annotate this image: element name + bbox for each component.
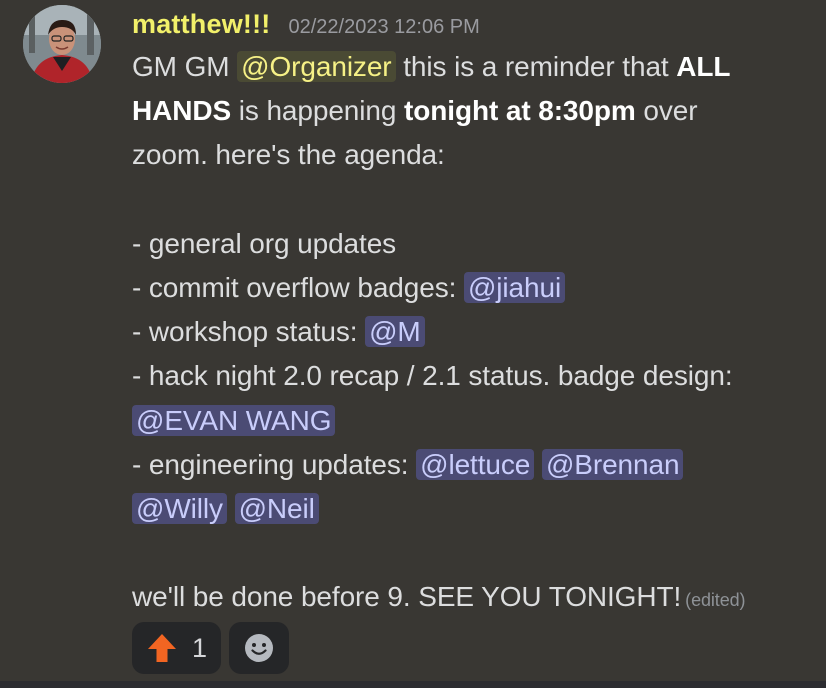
bold-text: HANDS — [132, 95, 232, 127]
message-content: GM GM @Organizer this is a reminder that… — [132, 45, 812, 619]
agenda-item: - workshop status: @M — [132, 310, 812, 354]
edited-label: (edited) — [685, 590, 746, 611]
message-text: - engineering updates: — [132, 448, 417, 480]
message-header: matthew!!! 02/22/2023 12:06 PM — [132, 9, 480, 43]
message-line: @Willy @Neil — [132, 487, 812, 531]
agenda-item: - engineering updates: @lettuce @Brennan — [132, 443, 812, 487]
mention-brennan[interactable]: @Brennan — [541, 448, 684, 480]
message-text: this is a reminder that — [395, 51, 677, 82]
bold-text: tonight at 8:30pm — [404, 95, 636, 127]
message-line: we'll be done before 9. SEE YOU TONIGHT!… — [132, 575, 812, 619]
message-text: over — [635, 95, 698, 127]
message-text: is happening — [231, 95, 405, 127]
message-text: we'll be done before 9. SEE YOU TONIGHT! — [132, 581, 682, 613]
chat-message: matthew!!! 02/22/2023 12:06 PM GM GM @Or… — [0, 0, 826, 688]
agenda-item: - commit overflow badges: @jiahui — [132, 266, 812, 310]
username[interactable]: matthew!!! — [132, 9, 271, 40]
timestamp[interactable]: 02/22/2023 12:06 PM — [289, 16, 480, 39]
reaction-up-arrow[interactable]: 1 — [132, 622, 222, 674]
agenda-item: - hack night 2.0 recap / 2.1 status. bad… — [132, 360, 733, 392]
avatar-image — [23, 5, 101, 83]
message-text: - workshop status: — [132, 316, 366, 348]
add-reaction-button[interactable] — [229, 622, 290, 674]
message-line: zoom. here's the agenda: — [132, 139, 445, 171]
bottom-divider — [0, 681, 826, 688]
mention-evan-wang[interactable]: @EVAN WANG — [132, 404, 336, 436]
message-text: - commit overflow badges: — [132, 271, 464, 303]
message-line: @EVAN WANG — [132, 399, 812, 443]
mention-jiahui[interactable]: @jiahui — [463, 271, 566, 303]
avatar[interactable] — [23, 5, 101, 83]
message-text: GM GM — [132, 51, 238, 82]
reactions-bar: 1 — [132, 622, 290, 674]
mention-m[interactable]: @M — [365, 316, 425, 348]
message-line: GM GM @Organizer this is a reminder that… — [132, 45, 812, 89]
mention-organizer[interactable]: @Organizer — [237, 51, 396, 82]
mention-neil[interactable]: @Neil — [234, 492, 319, 524]
bold-text: ALL — [676, 51, 731, 82]
agenda-item: - general org updates — [132, 227, 397, 259]
mention-lettuce[interactable]: @lettuce — [416, 448, 535, 480]
smiley-icon — [245, 634, 274, 662]
reaction-count: 1 — [192, 632, 208, 663]
message-line: HANDS is happening tonight at 8:30pm ove… — [132, 89, 812, 133]
mention-willy[interactable]: @Willy — [132, 492, 227, 524]
up-arrow-icon — [148, 634, 176, 662]
